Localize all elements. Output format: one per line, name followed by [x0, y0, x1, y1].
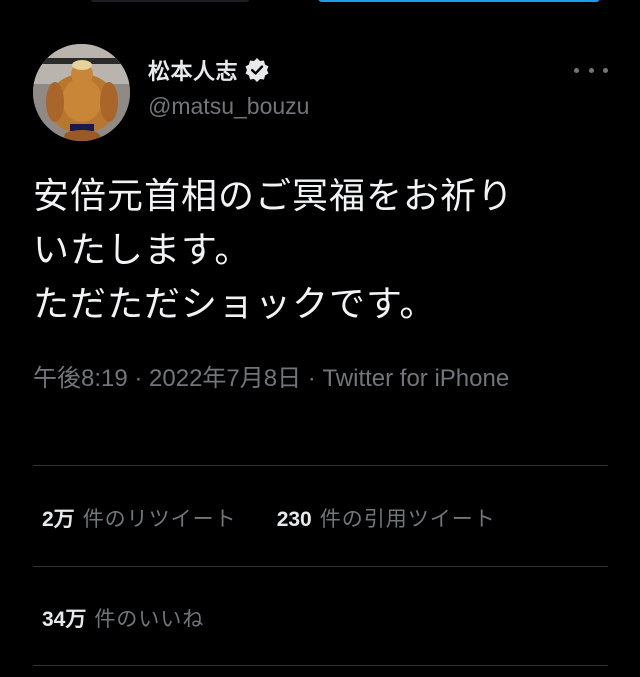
divider — [33, 465, 608, 466]
retweets-stat[interactable]: 2万 件のリツイート — [42, 503, 237, 533]
tweet-meta[interactable]: 午後8:19 · 2022年7月8日 · Twitter for iPhone — [33, 361, 513, 397]
likes-label: 件のいいね — [94, 608, 205, 631]
more-dot-icon — [603, 67, 608, 73]
author-block[interactable]: 松本人志 @matsu_bouzu — [148, 56, 309, 120]
retweets-label: 件のリツイート — [82, 508, 237, 531]
top-tab-fragment-left — [90, 0, 250, 2]
more-dot-icon — [588, 67, 594, 73]
more-options-icon[interactable] — [574, 60, 608, 80]
quotes-count: 230 — [276, 508, 312, 531]
more-dot-icon — [574, 67, 579, 73]
likes-stat[interactable]: 34万 件のいいね — [42, 603, 204, 633]
verified-badge-icon — [244, 57, 270, 83]
avatar-image — [33, 44, 130, 141]
tweet-text: 安倍元首相のご冥福をお祈り いたします。 ただただショックです。 — [33, 176, 515, 325]
top-tab-fragment-right[interactable] — [318, 0, 600, 2]
quotes-label: 件の引用ツイート — [319, 508, 496, 531]
retweets-count: 2万 — [42, 508, 75, 531]
user-handle[interactable]: @matsu_bouzu — [148, 93, 309, 120]
avatar[interactable] — [33, 44, 130, 141]
divider — [33, 566, 608, 567]
stats-row-retweets: 2万 件のリツイート 230 件の引用ツイート — [42, 503, 536, 533]
display-name-row: 松本人志 — [148, 54, 309, 86]
display-name[interactable]: 松本人志 — [148, 54, 238, 86]
likes-count: 34万 — [42, 608, 87, 631]
quotes-stat[interactable]: 230 件の引用ツイート — [277, 503, 496, 533]
stats-row-likes: 34万 件のいいね — [42, 603, 244, 633]
divider — [33, 665, 608, 666]
